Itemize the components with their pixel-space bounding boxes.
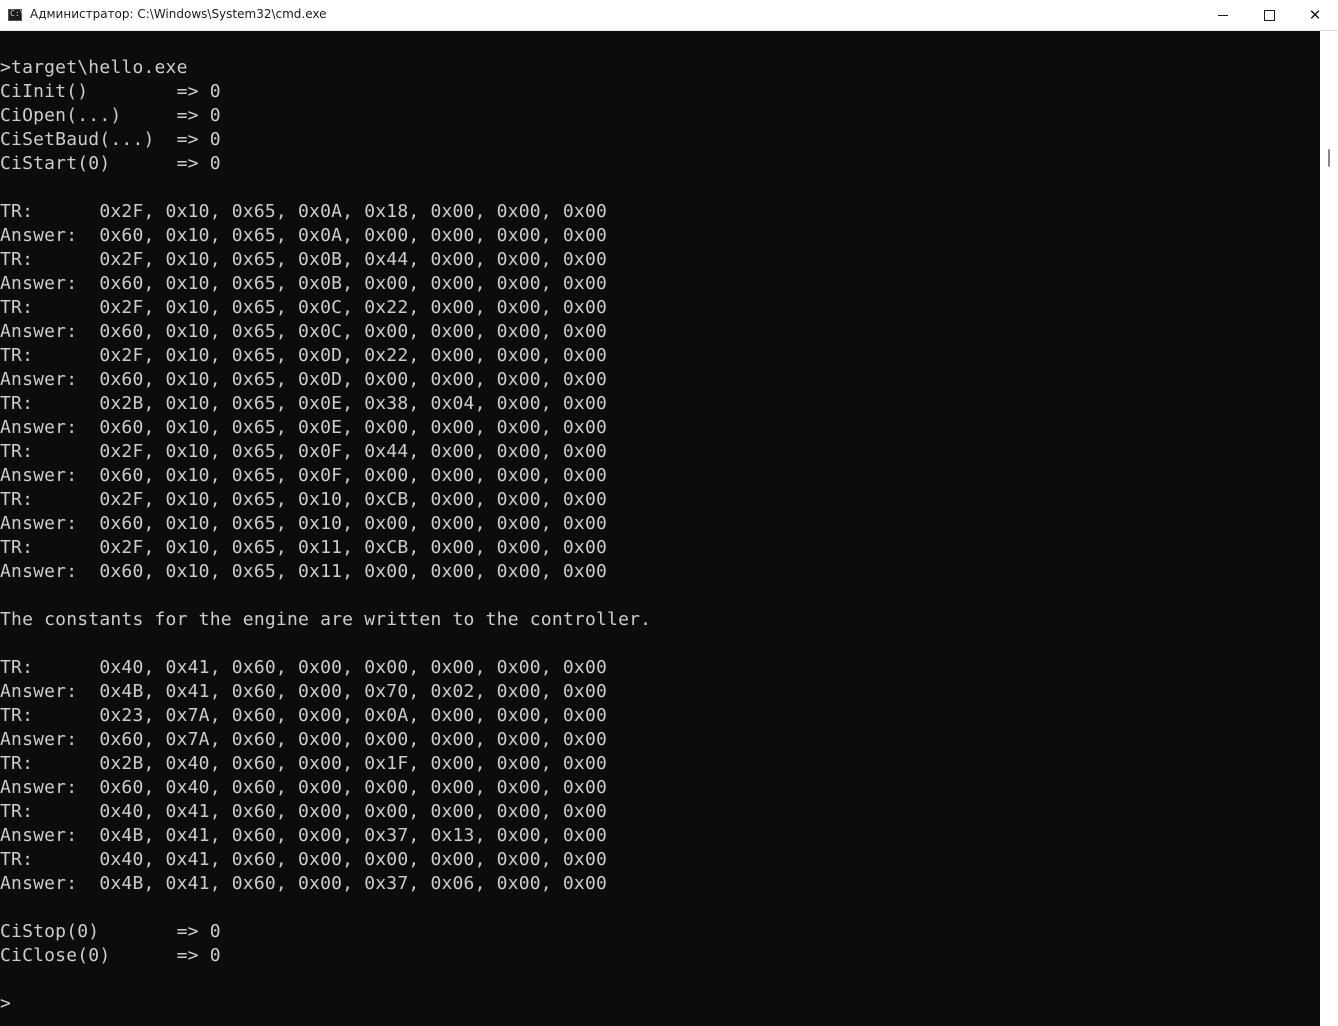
console-output[interactable]: >target\hello.exe CiInit() => 0 CiOpen(...… — [0, 31, 1320, 1026]
title-bar[interactable]: C:\ Администратор: C:\Windows\System32\c… — [0, 0, 1338, 31]
close-button[interactable]: ✕ — [1292, 0, 1338, 30]
maximize-icon — [1263, 9, 1275, 21]
console-line: TR: 0x2B, 0x10, 0x65, 0x0E, 0x38, 0x04, … — [0, 393, 608, 414]
console-line: Answer: 0x4B, 0x41, 0x60, 0x00, 0x37, 0x… — [0, 825, 608, 846]
prompt-glyph: C:\ — [10, 9, 25, 18]
vertical-scrollbar[interactable] — [1320, 31, 1338, 1026]
console-line: Answer: 0x60, 0x10, 0x65, 0x11, 0x00, 0x… — [0, 561, 608, 582]
console-line: > — [0, 993, 12, 1014]
console-line: CiStart(0) => 0 — [0, 153, 221, 174]
window-title: Администратор: C:\Windows\System32\cmd.e… — [30, 7, 327, 21]
console-line: TR: 0x2F, 0x10, 0x65, 0x10, 0xCB, 0x00, … — [0, 489, 608, 510]
console-line: TR: 0x23, 0x7A, 0x60, 0x00, 0x0A, 0x00, … — [0, 705, 608, 726]
maximize-button[interactable] — [1246, 0, 1292, 30]
minimize-icon — [1218, 14, 1228, 16]
console-line: TR: 0x2F, 0x10, 0x65, 0x0B, 0x44, 0x00, … — [0, 249, 608, 270]
console-line: Answer: 0x4B, 0x41, 0x60, 0x00, 0x70, 0x… — [0, 681, 608, 702]
console-line: The constants for the engine are written… — [0, 609, 652, 630]
console-line: Answer: 0x60, 0x40, 0x60, 0x00, 0x00, 0x… — [0, 777, 608, 798]
console-line: Answer: 0x4B, 0x41, 0x60, 0x00, 0x37, 0x… — [0, 873, 608, 894]
console-line: TR: 0x40, 0x41, 0x60, 0x00, 0x00, 0x00, … — [0, 657, 608, 678]
console-line: CiClose(0) => 0 — [0, 945, 221, 966]
console-line: TR: 0x2F, 0x10, 0x65, 0x0C, 0x22, 0x00, … — [0, 297, 608, 318]
console-line: TR: 0x2F, 0x10, 0x65, 0x0F, 0x44, 0x00, … — [0, 441, 608, 462]
cmd-window: C:\ Администратор: C:\Windows\System32\c… — [0, 0, 1338, 1026]
console-line: Answer: 0x60, 0x10, 0x65, 0x0A, 0x00, 0x… — [0, 225, 608, 246]
console-line: CiSetBaud(...) => 0 — [0, 129, 221, 150]
console-line: TR: 0x2B, 0x40, 0x60, 0x00, 0x1F, 0x00, … — [0, 753, 608, 774]
console-line: Answer: 0x60, 0x10, 0x65, 0x0E, 0x00, 0x… — [0, 417, 608, 438]
console-line: TR: 0x40, 0x41, 0x60, 0x00, 0x00, 0x00, … — [0, 849, 608, 870]
console-line: TR: 0x2F, 0x10, 0x65, 0x0D, 0x22, 0x00, … — [0, 345, 608, 366]
console-line: >target\hello.exe — [0, 57, 188, 78]
console-line: TR: 0x40, 0x41, 0x60, 0x00, 0x00, 0x00, … — [0, 801, 608, 822]
console-line: Answer: 0x60, 0x10, 0x65, 0x0F, 0x00, 0x… — [0, 465, 608, 486]
console-line: Answer: 0x60, 0x10, 0x65, 0x0C, 0x00, 0x… — [0, 321, 608, 342]
console-line: TR: 0x2F, 0x10, 0x65, 0x11, 0xCB, 0x00, … — [0, 537, 608, 558]
console-line: Answer: 0x60, 0x10, 0x65, 0x0D, 0x00, 0x… — [0, 369, 608, 390]
cmd-prompt-icon[interactable]: C:\ — [8, 9, 25, 21]
console-line: Answer: 0x60, 0x10, 0x65, 0x0B, 0x00, 0x… — [0, 273, 608, 294]
console-line: CiOpen(...) => 0 — [0, 105, 221, 126]
close-icon: ✕ — [1308, 5, 1322, 24]
console-line: Answer: 0x60, 0x7A, 0x60, 0x00, 0x00, 0x… — [0, 729, 608, 750]
console-line: TR: 0x2F, 0x10, 0x65, 0x0A, 0x18, 0x00, … — [0, 201, 608, 222]
console-line: CiStop(0) => 0 — [0, 921, 221, 942]
console-line: CiInit() => 0 — [0, 81, 221, 102]
scrollbar-thumb[interactable] — [1328, 149, 1330, 167]
console-line: Answer: 0x60, 0x10, 0x65, 0x10, 0x00, 0x… — [0, 513, 608, 534]
minimize-button[interactable] — [1200, 0, 1246, 30]
